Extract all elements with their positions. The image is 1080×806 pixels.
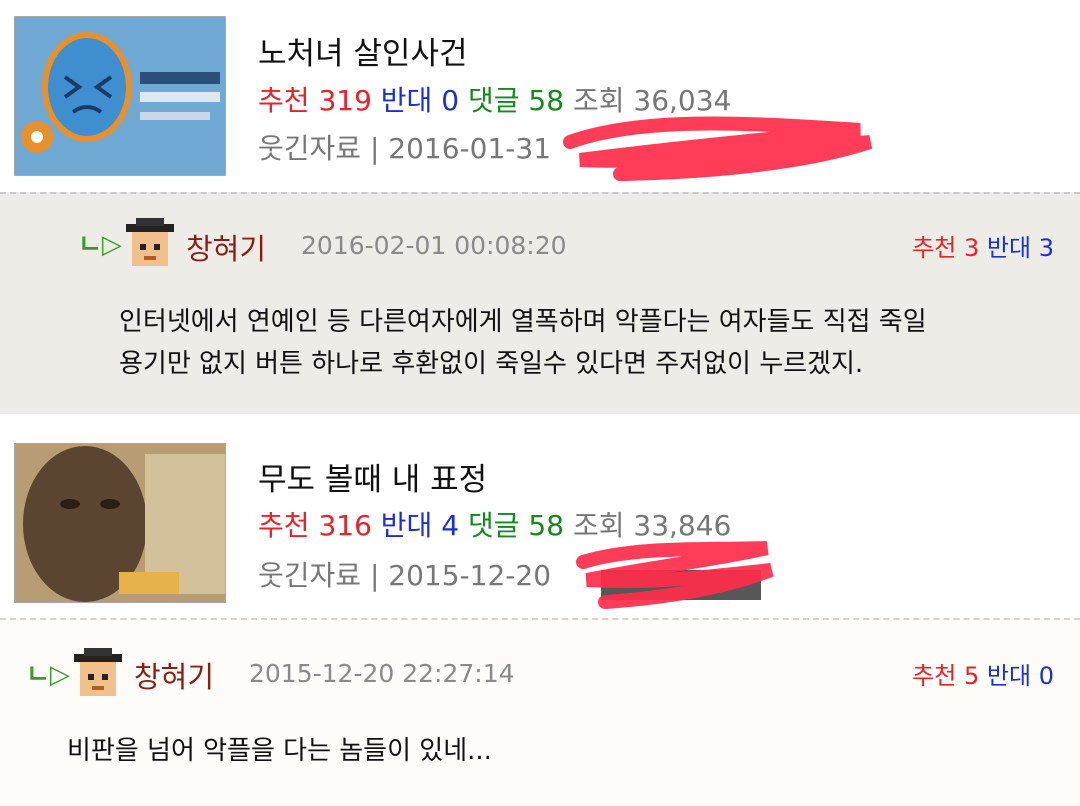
- avatar-graduate-icon: [126, 218, 174, 266]
- post-category[interactable]: 웃긴자료: [258, 559, 361, 592]
- post-title[interactable]: 무도 볼때 내 표정: [258, 454, 487, 499]
- reply-text-line: 인터넷에서 연예인 등 다른여자에게 열폭하며 악플다는 여자들도 직접 죽일: [119, 307, 927, 337]
- reply-arrow-icon: ㄴ▷: [78, 230, 122, 260]
- post-meta: 웃긴자료 | 2015-12-20: [258, 554, 551, 594]
- reply-item: ㄴ▷ 창혀기 2015-12-20 22:27:14 추천 5 반대 0 비판을…: [0, 618, 1080, 806]
- post-meta: 웃긴자료 | 2016-01-31: [258, 127, 551, 167]
- recommend-count: 319: [318, 84, 372, 117]
- post-category[interactable]: 웃긴자료: [258, 132, 361, 165]
- post-date: 2016-01-31: [388, 132, 552, 165]
- comments-count: 58: [528, 84, 565, 117]
- redaction-scribble: [563, 116, 873, 181]
- meta-separator: |: [369, 132, 380, 165]
- reply-text: 비판을 넘어 악플을 다는 놈들이 있네...: [67, 730, 492, 772]
- oppose-label: 반대: [380, 84, 433, 117]
- reply-datetime: 2015-12-20 22:27:14: [249, 659, 515, 688]
- reply-votes: 추천 3 반대 3: [912, 228, 1054, 263]
- reply-author[interactable]: 창혀기: [134, 654, 214, 696]
- reply-author[interactable]: 창혀기: [186, 226, 266, 268]
- post-thumbnail[interactable]: [14, 16, 226, 176]
- reply-oppose-label[interactable]: 반대: [987, 234, 1031, 262]
- reply-oppose-count: 0: [1038, 662, 1054, 690]
- post-title[interactable]: 노처녀 살인사건: [258, 28, 468, 73]
- reply-oppose-count: 3: [1038, 234, 1054, 262]
- reply-recommend-label[interactable]: 추천: [912, 234, 956, 262]
- reply-recommend-label[interactable]: 추천: [912, 662, 956, 690]
- oppose-count: 0: [441, 84, 460, 117]
- oppose-label: 반대: [380, 509, 433, 542]
- avatar-graduate-icon: [74, 648, 122, 696]
- post-item[interactable]: 무도 볼때 내 표정 추천 316 반대 4 댓글 58 조회 33,846 웃…: [0, 432, 1080, 620]
- comments-label: 댓글: [467, 509, 520, 542]
- blue-character-image: [15, 17, 225, 175]
- face-photo-image: [15, 444, 225, 602]
- post-date: 2015-12-20: [388, 559, 552, 592]
- reply-oppose-label[interactable]: 반대: [987, 662, 1031, 690]
- reply-text: 인터넷에서 연예인 등 다른여자에게 열폭하며 악플다는 여자들도 직접 죽일 …: [119, 301, 927, 385]
- reply-votes: 추천 5 반대 0: [912, 656, 1054, 691]
- recommend-label: 추천: [258, 509, 310, 542]
- reply-arrow-icon: ㄴ▷: [26, 660, 70, 690]
- recommend-label: 추천: [258, 84, 310, 117]
- recommend-count: 316: [318, 509, 372, 542]
- post-item[interactable]: 노처녀 살인사건 추천 319 반대 0 댓글 58 조회 36,034 웃긴자…: [0, 0, 1080, 192]
- reply-datetime: 2016-02-01 00:08:20: [301, 231, 567, 260]
- reply-text-line: 용기만 없지 버튼 하나로 후환없이 죽일수 있다면 주저없이 누르겠지.: [119, 349, 864, 379]
- oppose-count: 4: [441, 509, 460, 542]
- views-count: 33,846: [633, 509, 732, 542]
- redaction-scribble: [576, 541, 774, 609]
- post-thumbnail[interactable]: [14, 443, 226, 603]
- meta-separator: |: [369, 559, 380, 592]
- reply-recommend-count: 5: [963, 662, 980, 690]
- post-stats: 추천 316 반대 4 댓글 58 조회 33,846: [258, 504, 731, 544]
- comments-label: 댓글: [467, 84, 520, 117]
- views-label: 조회: [572, 509, 625, 542]
- reply-recommend-count: 3: [963, 234, 980, 262]
- reply-item: ㄴ▷ 창혀기 2016-02-01 00:08:20 추천 3 반대 3 인터넷…: [0, 192, 1080, 414]
- comments-count: 58: [528, 509, 565, 542]
- reply-text-line: 비판을 넘어 악플을 다는 놈들이 있네...: [67, 736, 492, 766]
